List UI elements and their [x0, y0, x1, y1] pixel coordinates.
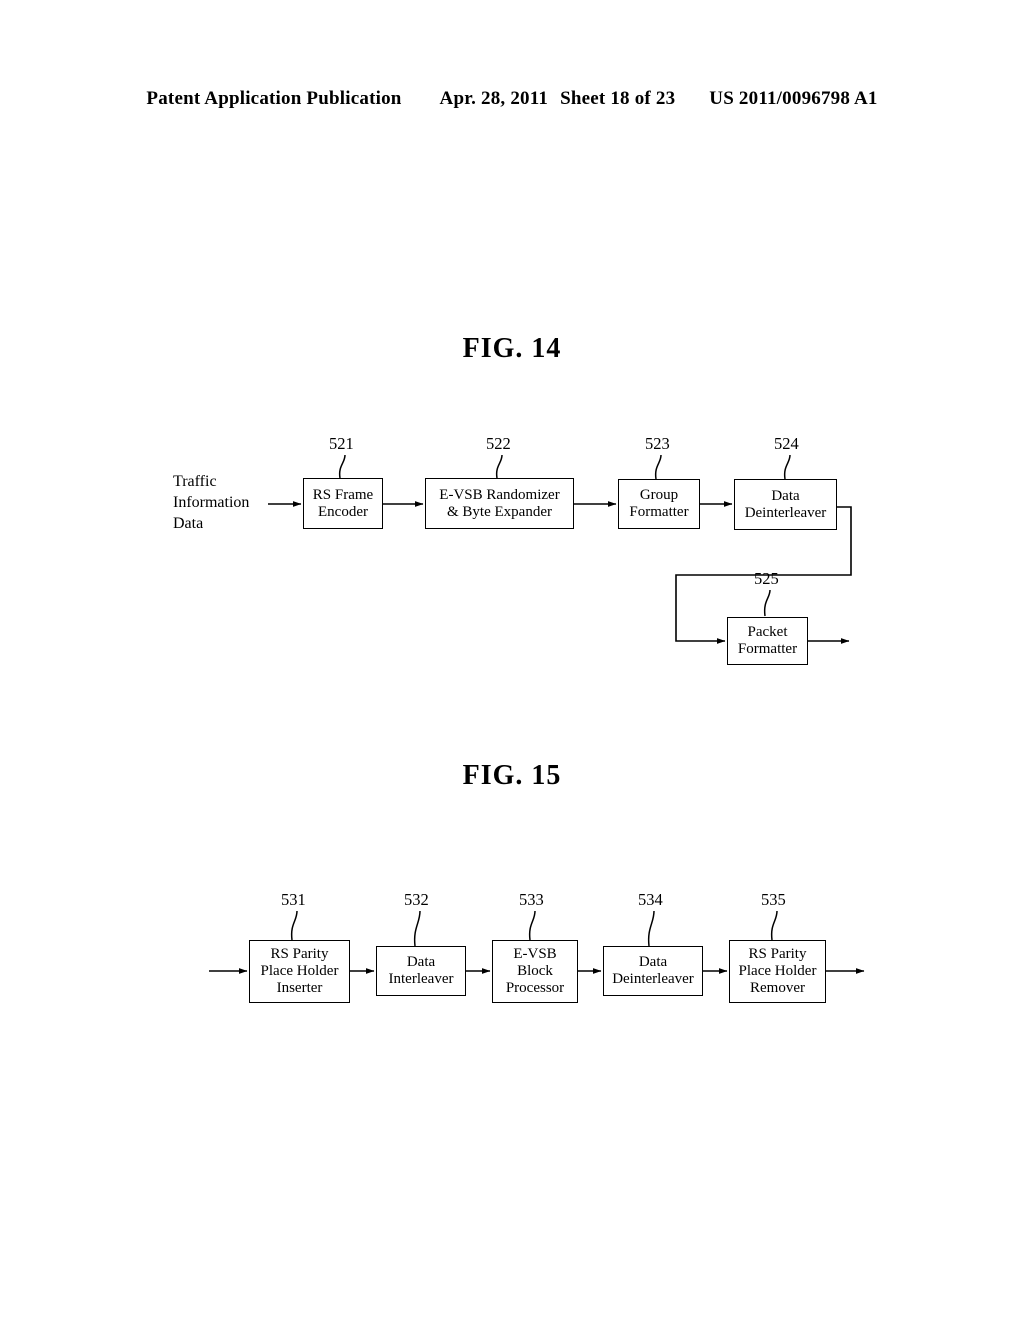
- ref-numeral-535: 535: [761, 890, 786, 909]
- block-data-deinterleaver-fig15[interactable]: Data Deinterleaver: [603, 946, 703, 996]
- block-data-interleaver[interactable]: Data Interleaver: [376, 946, 466, 996]
- block-evsb-block-processor[interactable]: E-VSB Block Processor: [492, 940, 578, 1003]
- ref-numeral-532: 532: [404, 890, 429, 909]
- ref-numeral-533: 533: [519, 890, 544, 909]
- ref-numeral-534: 534: [638, 890, 663, 909]
- figure-15-diagram: 531 532 533 534 535 RS Parity Place Hold…: [0, 0, 1024, 1320]
- figure-15-connector-lines: [209, 910, 865, 974]
- block-rs-parity-place-holder-inserter[interactable]: RS Parity Place Holder Inserter: [249, 940, 350, 1003]
- ref-numeral-531: 531: [281, 890, 306, 909]
- block-rs-parity-place-holder-remover[interactable]: RS Parity Place Holder Remover: [729, 940, 826, 1003]
